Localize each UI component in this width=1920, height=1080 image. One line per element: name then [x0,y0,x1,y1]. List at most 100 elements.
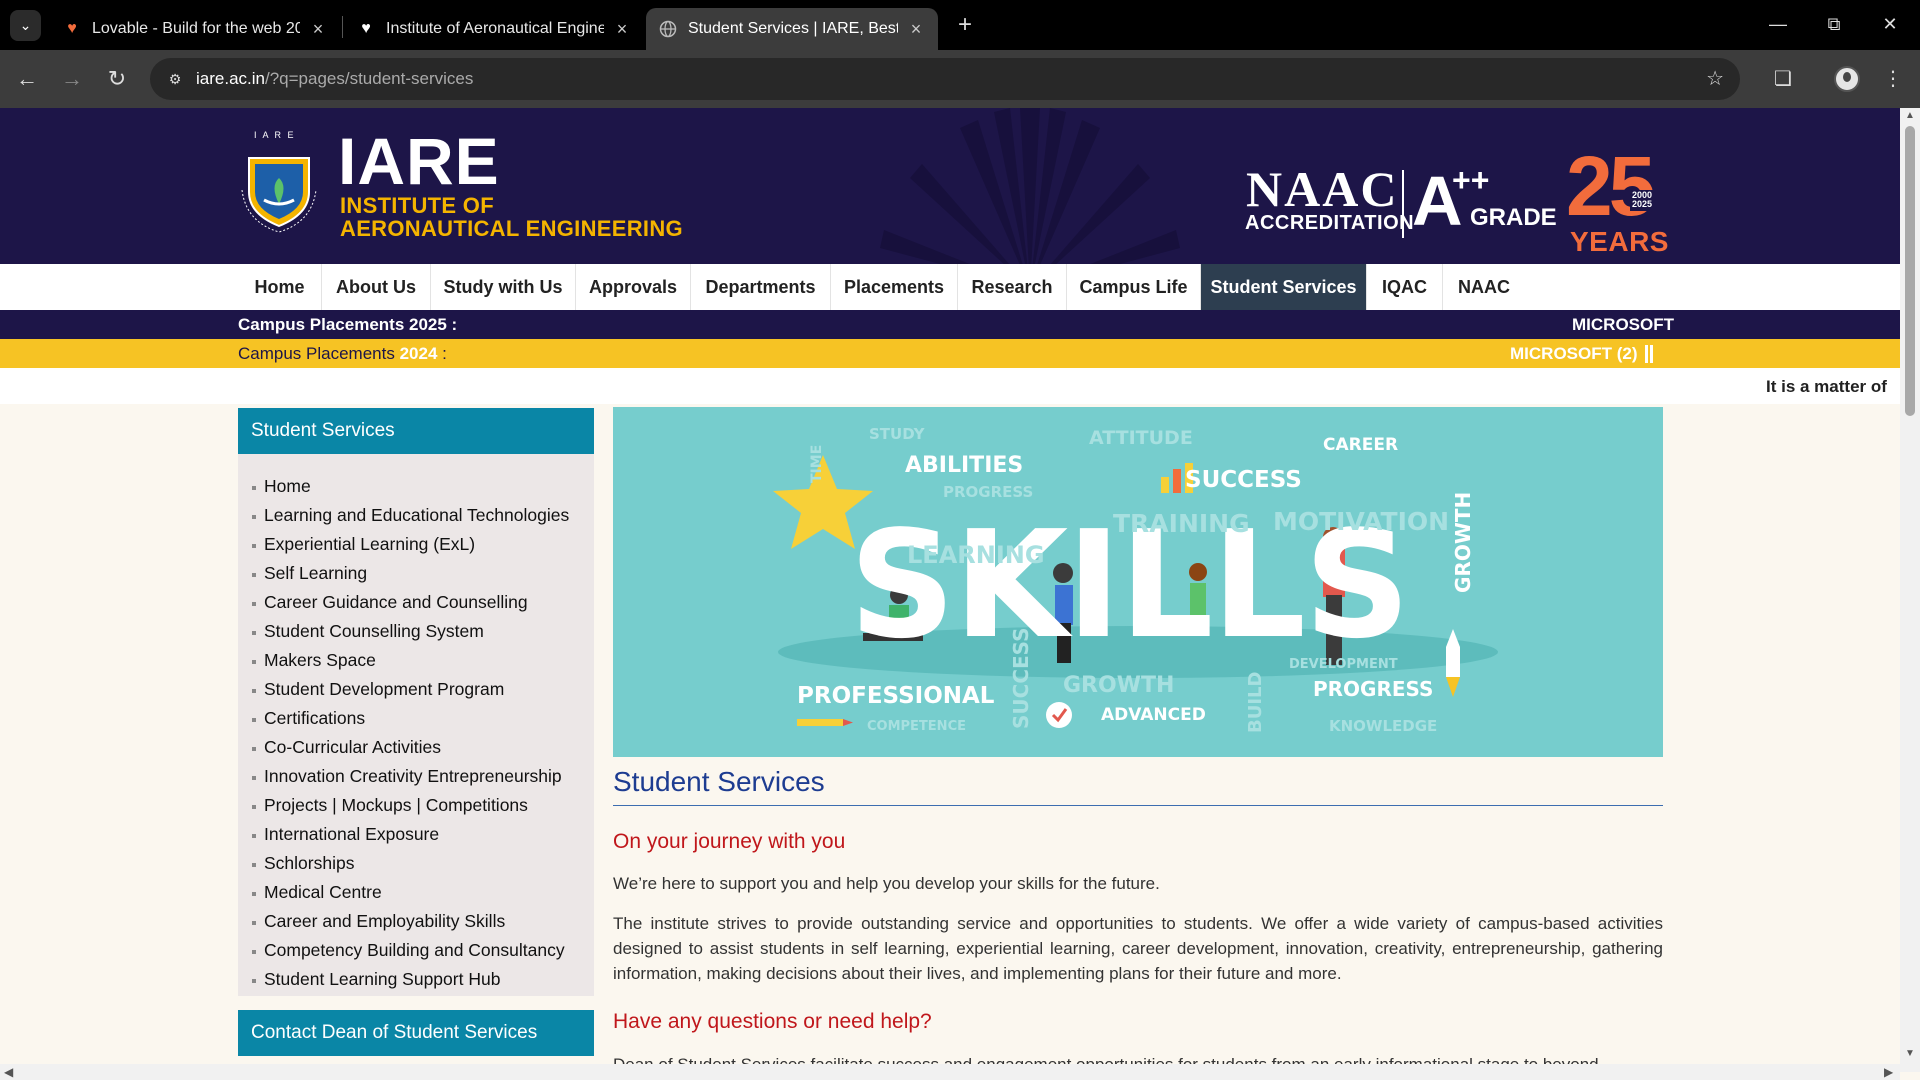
sidebar-menu: Home Learning and Educational Technologi… [238,454,594,996]
hero-word-training: TRAINING [1113,509,1250,538]
sidebar-item-career-guidance[interactable]: Career Guidance and Counselling [250,588,594,617]
browser-toolbar: ← → ↻ ⚙ iare.ac.in/?q=pages/student-serv… [0,50,1920,108]
ticker-label-2025: Campus Placements 2025 : [238,315,458,334]
nav-about-us[interactable]: About Us [322,264,431,310]
web-page: I A R E IARE INSTITUTE OF AERONAUTICAL E… [0,108,1900,1072]
bookmark-star-icon[interactable]: ☆ [1706,66,1724,91]
sidebar-item-learning-tech[interactable]: Learning and Educational Technologies [250,501,594,530]
tab-title: Institute of Aeronautical Engineering [386,20,604,37]
profile-avatar[interactable] [1834,66,1860,92]
browser-tab-student-services[interactable]: Student Services | IARE, Best Engineerin… [646,8,938,50]
naac-logo-word: NAAC [1246,161,1399,217]
globe-icon [658,19,678,39]
tab-separator [342,16,343,38]
sidebar-item-medical[interactable]: Medical Centre [250,878,594,907]
close-tab-icon[interactable]: × [906,19,926,40]
sidebar-item-makers-space[interactable]: Makers Space [250,646,594,675]
hero-word-abilities: ABILITIES [905,453,1024,478]
section-heading-questions: Have any questions or need help? [613,1010,932,1033]
close-tab-icon[interactable]: × [612,19,632,40]
brand-line2: AERONAUTICAL ENGINEERING [340,216,683,242]
page-title: Student Services [613,766,825,797]
anniversary-number: 25 [1566,139,1655,233]
browser-tab-bar: ⌄ ♥ Lovable - Build for the web 20x × ♥ … [0,0,1920,50]
skills-banner-image: SKILLS ABILITIES SUCCESS CAREER PROFESSI… [613,407,1663,757]
sidebar-item-experiential-learning[interactable]: Experiential Learning (ExL) [250,530,594,559]
hero-word-attitude: ATTITUDE [1089,427,1193,449]
naac-divider [1402,170,1404,238]
forward-arrow-icon[interactable]: → [57,64,87,94]
ticker-value-2024[interactable]: MICROSOFT (2) [1510,344,1638,364]
nav-iqac[interactable]: IQAC [1367,264,1443,310]
title-divider [613,805,1663,806]
hero-word-advanced: ADVANCED [1101,705,1206,725]
reload-icon[interactable]: ↻ [102,64,132,94]
nav-campus-life[interactable]: Campus Life [1067,264,1201,310]
nav-student-services[interactable]: Student Services [1201,264,1367,310]
news-ticker-text[interactable]: It is a matter of [1766,377,1887,397]
restore-window-button[interactable]: ⧉ [1814,6,1854,42]
browser-tab-iare[interactable]: ♥ Institute of Aeronautical Engineering … [344,8,644,50]
scroll-right-arrow-icon[interactable]: ▶ [1884,1065,1893,1079]
nav-home[interactable]: Home [238,264,322,310]
scroll-down-arrow-icon[interactable]: ▼ [1903,1048,1917,1059]
scroll-left-arrow-icon[interactable]: ◀ [4,1065,13,1079]
sunburst-decoration [880,108,1180,264]
sidebar-item-scholarships[interactable]: Schlorships [250,849,594,878]
sidebar-item-innovation[interactable]: Innovation Creativity Entrepreneurship [250,762,594,791]
nav-departments[interactable]: Departments [691,264,831,310]
sidebar-item-development-program[interactable]: Student Development Program [250,675,594,704]
sidebar-heading: Student Services [238,408,594,454]
naac-grade-plus: ++ [1452,162,1490,198]
sidebar-item-self-learning[interactable]: Self Learning [250,559,594,588]
nav-placements[interactable]: Placements [831,264,958,310]
extensions-puzzle-icon[interactable]: ❏ [1768,64,1798,94]
sidebar-item-co-curricular[interactable]: Co-Curricular Activities [250,733,594,762]
hero-word-progress: PROGRESS [1313,677,1434,701]
ticker-label-2024: Campus Placements 2024 : [238,344,447,363]
site-settings-icon[interactable]: ⚙ [164,68,186,90]
brand-acronym: IARE [338,124,500,198]
nav-study-with-us[interactable]: Study with Us [431,264,576,310]
hero-word-build: BUILD [1245,671,1266,733]
contact-dean-heading[interactable]: Contact Dean of Student Services [238,1010,594,1056]
anniversary-range: 2000 2025 [1630,190,1655,211]
hero-word-success-vertical: SUCCESS [1009,627,1033,729]
sidebar-item-international[interactable]: International Exposure [250,820,594,849]
sidebar-item-competency[interactable]: Competency Building and Consultancy [250,936,594,965]
hero-word-progress-small: PROGRESS [943,483,1034,501]
scroll-up-arrow-icon[interactable]: ▲ [1903,110,1917,121]
nav-research[interactable]: Research [958,264,1067,310]
ticker-value-2025[interactable]: MICROSOFT [1572,315,1674,335]
tab-title: Student Services | IARE, Best Engineerin… [688,20,898,37]
iare-emblem-logo [241,157,317,233]
hero-word-professional: PROFESSIONAL [797,683,995,709]
address-bar[interactable]: ⚙ iare.ac.in/?q=pages/student-services ☆ [150,58,1740,100]
vertical-scroll-thumb[interactable] [1905,126,1915,416]
sidebar-item-projects[interactable]: Projects | Mockups | Competitions [250,791,594,820]
nav-naac[interactable]: NAAC [1443,264,1525,310]
minimize-window-button[interactable]: — [1758,6,1798,42]
close-tab-icon[interactable]: × [308,19,328,40]
back-arrow-icon[interactable]: ← [12,64,42,94]
sidebar-item-employability[interactable]: Career and Employability Skills [250,907,594,936]
browser-tab-lovable[interactable]: ♥ Lovable - Build for the web 20x × [50,8,340,50]
vertical-scrollbar[interactable]: ▲ ▼ [1900,108,1920,1072]
tab-search-chevron-icon[interactable]: ⌄ [10,10,41,41]
browser-menu-icon[interactable]: ⋮ [1878,64,1908,94]
pause-ticker-icon[interactable] [1645,345,1653,363]
close-window-button[interactable]: ✕ [1870,6,1910,42]
sidebar-item-support-hub[interactable]: Student Learning Support Hub [250,965,594,994]
sidebar-item-certifications[interactable]: Certifications [250,704,594,733]
horizontal-scrollbar[interactable]: ◀ ▶ [0,1064,1900,1080]
anniversary-label: YEARS [1570,226,1669,257]
hero-word-motivation: MOTIVATION [1273,507,1450,536]
new-tab-button[interactable]: + [950,10,980,40]
sidebar-item-home[interactable]: Home [250,472,594,501]
description-paragraph: The institute strives to provide outstan… [613,914,1663,983]
placements-ticker-2025: Campus Placements 2025 : MICROSOFT [0,310,1900,339]
brand-fullname: INSTITUTE OF AERONAUTICAL ENGINEERING [340,194,683,240]
heart-icon: ♥ [361,20,371,37]
sidebar-item-counselling-system[interactable]: Student Counselling System [250,617,594,646]
nav-approvals[interactable]: Approvals [576,264,691,310]
